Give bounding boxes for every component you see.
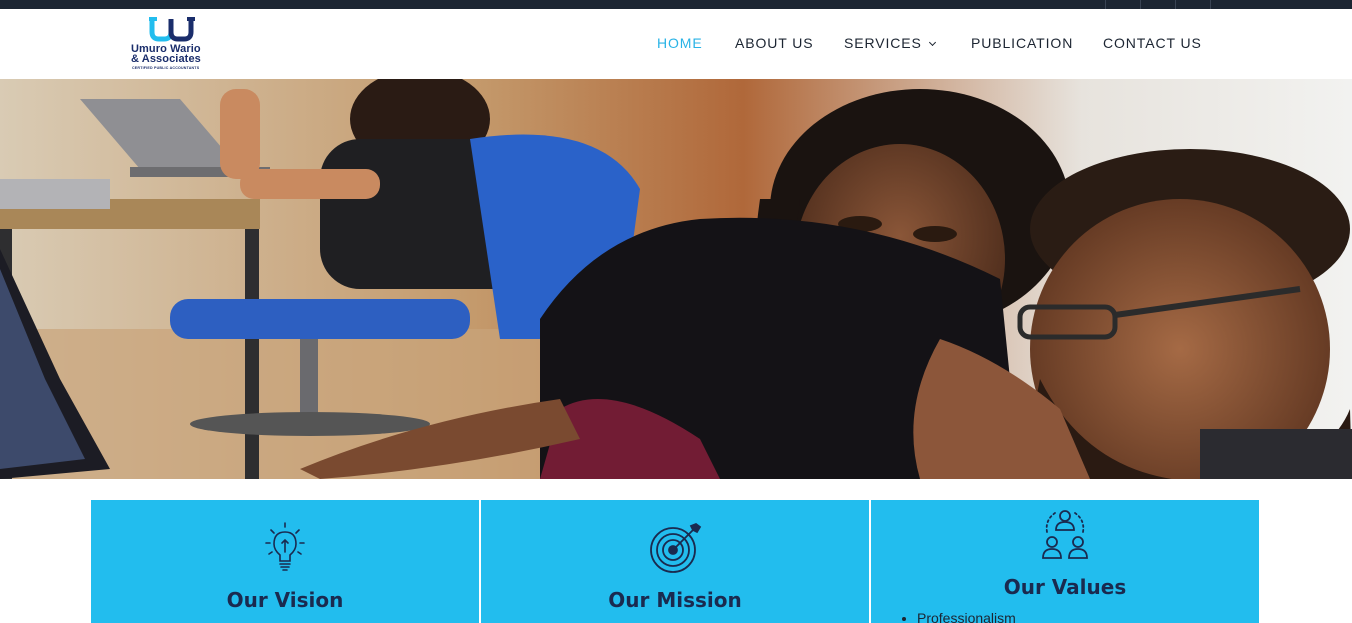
mission-card: Our Mission <box>481 500 869 623</box>
nav-contact-us[interactable]: CONTACT US <box>1103 35 1202 51</box>
top-bar-divider <box>1105 0 1106 9</box>
brand-name-line2: & Associates <box>131 53 201 65</box>
vision-title: Our Vision <box>226 588 344 612</box>
top-bar <box>0 0 1352 9</box>
team-icon <box>1042 510 1088 559</box>
list-item: Professionalism <box>917 610 1016 623</box>
hero-photo-icon <box>0 79 1352 479</box>
main-nav: HOME ABOUT US SERVICES PUBLICATION CONTA… <box>0 35 1352 53</box>
lightbulb-icon <box>265 522 305 571</box>
brand-tagline: CERTIFIED PUBLIC ACCOUNTANTS <box>132 66 200 70</box>
chevron-down-icon <box>928 38 936 47</box>
mission-title: Our Mission <box>608 588 742 612</box>
nav-services[interactable]: SERVICES <box>844 35 936 51</box>
site-header: Umuro Wario & Associates CERTIFIED PUBLI… <box>0 9 1352 79</box>
nav-services-label: SERVICES <box>844 35 922 51</box>
vision-card: Our Vision <box>91 500 479 623</box>
values-title: Our Values <box>1003 575 1127 599</box>
hero-image <box>0 79 1352 479</box>
target-icon <box>650 522 702 573</box>
top-bar-divider <box>1140 0 1141 9</box>
values-list: Professionalism <box>917 610 1016 623</box>
nav-about-us[interactable]: ABOUT US <box>735 35 814 51</box>
values-card: Our Values Professionalism <box>871 500 1259 623</box>
top-bar-divider <box>1210 0 1211 9</box>
top-bar-divider <box>1175 0 1176 9</box>
feature-cards: Our Vision Our Mission Our Values • Prof… <box>91 500 1259 623</box>
nav-home[interactable]: HOME <box>657 35 703 51</box>
nav-publication[interactable]: PUBLICATION <box>971 35 1073 51</box>
